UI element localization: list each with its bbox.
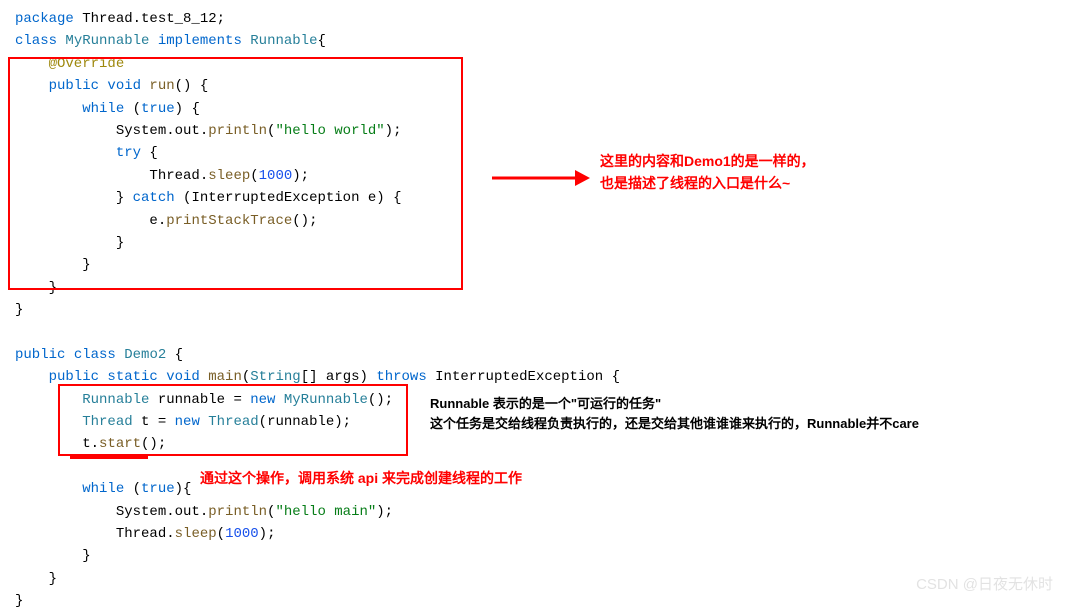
annotation-runnable-desc: Runnable 表示的是一个"可运行的任务" 这个任务是交给线程负责执行的，还… (430, 394, 919, 433)
annotation-demo1-same: 这里的内容和Demo1的是一样的， 也是描述了线程的入口是什么~ (600, 150, 815, 195)
csdn-watermark: CSDN @日夜无休时 (916, 573, 1053, 597)
underline-start-call (70, 456, 148, 459)
annotation-start-desc: 通过这个操作，调用系统 api 来完成创建线程的工作 (200, 467, 522, 489)
code-block: package Thread.test_8_12; class MyRunnab… (15, 8, 1053, 613)
arrow-icon (490, 158, 590, 198)
